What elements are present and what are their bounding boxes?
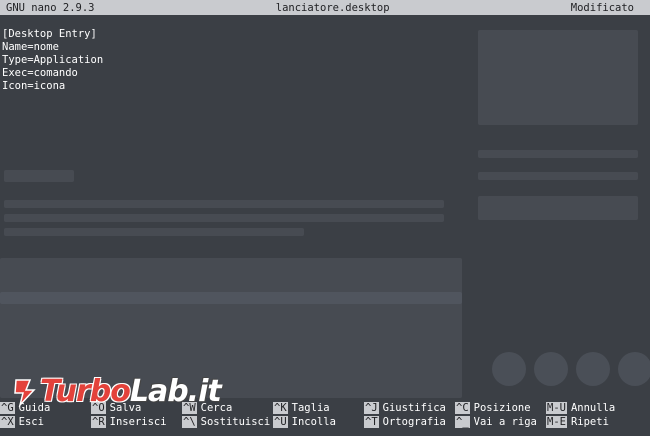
watermark-text-turbo: Turbo: [40, 374, 131, 409]
shortcut-label: Incolla: [291, 416, 336, 428]
editor-line[interactable]: Icon=icona: [2, 80, 103, 93]
shortcut-cut[interactable]: ^K Taglia: [273, 401, 364, 415]
shortcut-key: M-U: [546, 402, 567, 414]
shortcut-label: Esci: [18, 416, 44, 428]
editor-line[interactable]: Type=Application: [2, 54, 103, 67]
file-name: lanciatore.desktop: [275, 1, 390, 14]
nano-title-bar: GNU nano 2.9.3 lanciatore.desktop Modifi…: [0, 0, 650, 15]
shortcut-label: Sostituisci: [200, 416, 271, 428]
shortcut-key: ^R: [91, 416, 106, 428]
shortcut-key: ^J: [364, 402, 379, 414]
modified-status: Modificato: [570, 1, 634, 14]
shortcut-label: Ripeti: [570, 416, 609, 428]
shortcut-paste[interactable]: ^U Incolla: [273, 415, 364, 429]
shortcut-key: ^C: [455, 402, 470, 414]
shortcut-label: Taglia: [291, 402, 330, 414]
shortcut-label: Posizione: [473, 402, 531, 414]
editor-line[interactable]: [Desktop Entry]: [2, 28, 103, 41]
shortcut-spell[interactable]: ^T Ortografia: [364, 415, 455, 429]
shortcut-label: Giustifica: [382, 402, 446, 414]
turbolab-watermark: Turbo Lab.it: [12, 374, 222, 409]
turbolab-logo-icon: [14, 378, 36, 407]
shortcut-key: ^U: [273, 416, 288, 428]
editor-text-area[interactable]: [Desktop Entry] Name=nome Type=Application…: [2, 28, 103, 93]
shortcut-redo[interactable]: M-E Ripeti: [546, 415, 637, 429]
shortcut-exit[interactable]: ^X Esci: [0, 415, 91, 429]
shortcut-label: Vai a riga: [473, 416, 537, 428]
shortcut-key: ^K: [273, 402, 288, 414]
shortcut-key: M-E: [546, 416, 567, 428]
shortcut-position[interactable]: ^C Posizione: [455, 401, 546, 415]
shortcut-label: Inserisci: [109, 416, 167, 428]
shortcut-insert[interactable]: ^R Inserisci: [91, 415, 182, 429]
shortcut-key: ^_: [455, 416, 470, 428]
shortcut-justify[interactable]: ^J Giustifica: [364, 401, 455, 415]
shortcut-key: ^T: [364, 416, 379, 428]
shortcut-replace[interactable]: ^\ Sostituisci: [182, 415, 273, 429]
shortcut-key: ^\: [182, 416, 197, 428]
shortcut-undo[interactable]: M-U Annulla: [546, 401, 637, 415]
shortcut-goto-line[interactable]: ^_ Vai a riga: [455, 415, 546, 429]
watermark-text-lab: Lab.it: [129, 374, 222, 409]
app-version: GNU nano 2.9.3: [6, 1, 95, 14]
shortcut-label: Annulla: [570, 402, 616, 414]
shortcut-key: ^X: [0, 416, 15, 428]
editor-line[interactable]: Exec=comando: [2, 67, 103, 80]
shortcut-label: Ortografia: [382, 416, 446, 428]
editor-line[interactable]: Name=nome: [2, 41, 103, 54]
